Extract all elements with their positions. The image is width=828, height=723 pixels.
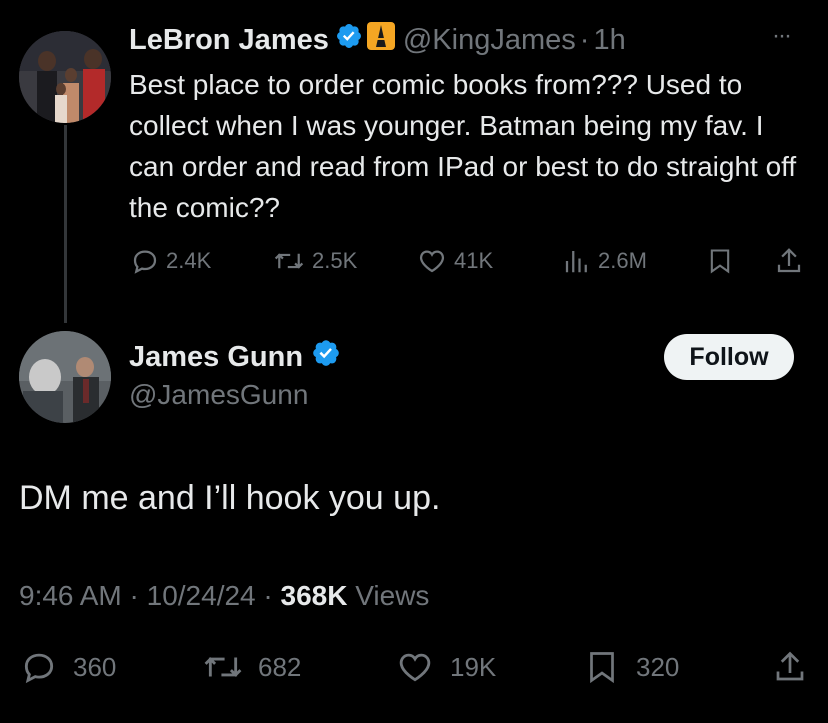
parent-like-count: 41K [454, 248, 494, 273]
verified-badge-icon [335, 22, 363, 58]
reply-reply-button[interactable]: 360 [19, 648, 116, 686]
reply-like-button[interactable]: 19K [394, 648, 496, 686]
reply-bookmark-button[interactable]: 320 [584, 648, 679, 686]
reply-meta-separator: · [263, 580, 273, 611]
reply-icon [19, 648, 59, 686]
parent-repost-count: 2.5K [312, 248, 358, 273]
parent-reply-button[interactable]: 2.4K [130, 246, 211, 276]
reply-bookmark-count: 320 [636, 651, 680, 682]
affiliate-badge-icon [366, 22, 395, 58]
parent-reply-count: 2.4K [166, 248, 212, 273]
repost-icon [272, 246, 306, 276]
reply-repost-count: 682 [258, 651, 302, 682]
parent-views-button[interactable]: 2.6M [562, 246, 647, 276]
repost-icon [200, 648, 246, 686]
parent-like-button[interactable]: 41K [416, 246, 493, 276]
verified-badge-icon [311, 338, 341, 376]
thread-connector-line [64, 125, 67, 323]
share-icon [772, 648, 808, 686]
reply-meta-separator: · [129, 580, 139, 611]
heart-icon [394, 648, 436, 686]
bookmark-icon [584, 648, 620, 686]
reply-icon [130, 246, 160, 276]
reply-views-count: 368K [280, 580, 348, 611]
reply-tweet-meta: 9:46 AM · 10/24/24 · 368K Views [19, 580, 429, 612]
reply-reply-count: 360 [73, 651, 117, 682]
parent-timestamp[interactable]: 1h [593, 24, 625, 57]
reply-tweet-header: James Gunn [129, 338, 341, 376]
reply-views-label: Views [355, 580, 430, 611]
parent-handle[interactable]: @KingJames [403, 24, 576, 57]
parent-share-button[interactable] [774, 246, 804, 276]
parent-tweet-header: LeBron James @KingJames · 1h [129, 20, 626, 60]
share-icon [774, 246, 804, 276]
heart-icon [416, 246, 448, 276]
reply-share-button[interactable] [772, 648, 808, 686]
parent-repost-button[interactable]: 2.5K [272, 246, 357, 276]
reply-tweet-text: DM me and I’ll hook you up. [19, 479, 441, 517]
reply-date[interactable]: 10/24/24 [147, 580, 256, 611]
reply-time[interactable]: 9:46 AM [19, 580, 122, 611]
parent-views-count: 2.6M [598, 248, 647, 273]
bookmark-icon [706, 246, 734, 276]
more-options-icon[interactable]: ··· [772, 22, 792, 50]
reply-handle[interactable]: @JamesGunn [129, 379, 308, 411]
reply-like-count: 19K [450, 651, 497, 682]
views-chart-icon [562, 246, 592, 276]
parent-display-name[interactable]: LeBron James [129, 24, 329, 57]
james-gunn-avatar[interactable] [19, 331, 111, 423]
parent-separator: · [579, 23, 590, 56]
parent-tweet-text: Best place to order comic books from??? … [129, 69, 797, 223]
reply-display-name[interactable]: James Gunn [129, 341, 303, 374]
follow-button[interactable]: Follow [664, 334, 794, 380]
reply-repost-button[interactable]: 682 [200, 648, 301, 686]
parent-bookmark-button[interactable] [706, 246, 734, 276]
lebron-avatar[interactable] [19, 31, 111, 123]
